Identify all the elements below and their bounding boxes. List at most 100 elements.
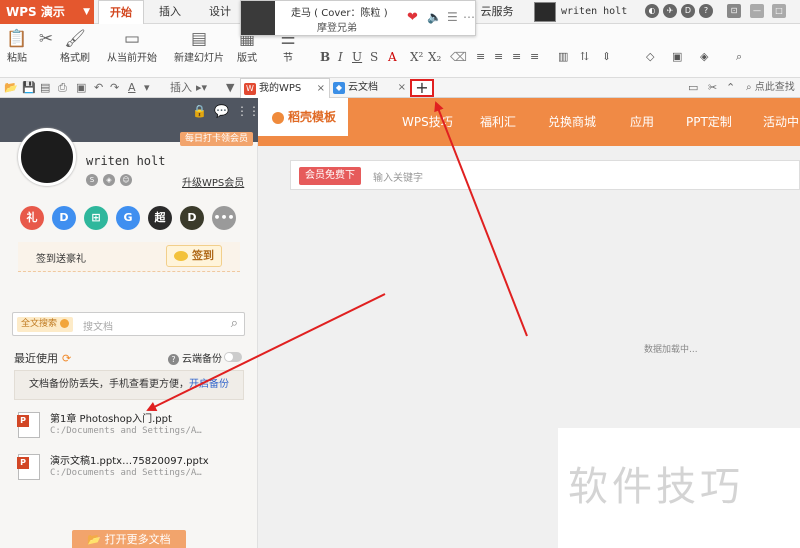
tab-cloud-doc[interactable]: ◆ 云文档 × [330,78,410,98]
cloud-backup-toggle[interactable] [224,352,242,362]
italic-button[interactable]: I [338,50,343,64]
columns-icon[interactable]: ▥ [558,50,568,63]
d-logo-icon[interactable]: D [681,4,695,18]
playlist-icon[interactable]: ☰ [447,10,458,24]
heart-icon[interactable]: ❤ [407,10,418,25]
tab-wps-tips[interactable]: WPS技巧 [402,112,453,132]
undo-icon[interactable]: ↶ [94,80,103,96]
keyword-input[interactable]: 输入关键字 [373,169,423,184]
print-icon[interactable]: ⎙ [58,80,67,96]
apps-grid-icon[interactable]: ⋮⋮ [236,104,260,118]
shield-badge-icon[interactable]: ◈ [103,174,115,186]
open-more-docs-button[interactable]: 📂 打开更多文档 [72,530,186,548]
text-direction-icon[interactable]: ⇅ [580,50,589,63]
find-icon[interactable]: ⌕ [736,50,742,64]
new-slide-button[interactable]: ▤ 新建幻灯片 [170,24,228,78]
subscript-button[interactable]: X₂ [428,50,441,64]
g-service-icon[interactable]: G [116,206,140,230]
d-service-icon[interactable]: D [180,206,204,230]
help-icon[interactable]: ? [168,354,179,365]
doc-search-box[interactable]: 全文搜索 搜文档 ⌕ [12,312,245,336]
font-color-button[interactable]: A [388,50,397,64]
close-icon[interactable]: × [317,79,325,99]
upgrade-vip-link[interactable]: 升级WPS会员 [182,174,244,189]
lock-icon[interactable]: 🔒 [192,104,207,118]
user-avatar[interactable] [18,128,76,186]
superscript-button[interactable]: X² [410,50,423,64]
play-from-current-button[interactable]: ▭ 从当前开始 [104,24,160,78]
help-icon[interactable]: ? [699,4,713,18]
member-free-filter[interactable]: 会员免费下 [299,167,361,185]
docer-d-icon[interactable]: D [52,206,76,230]
more-icon[interactable]: ⋯ [463,10,475,24]
enable-backup-link[interactable]: 开启备份 [189,379,229,390]
more-services-icon[interactable]: ••• [212,206,236,230]
format-painter-button[interactable]: 🖌 格式刷 [58,24,92,78]
tools-icon[interactable]: ✂ [708,80,717,96]
signin-button[interactable]: 签到 [166,245,222,267]
app-menu-button[interactable]: WPS 演示 ▼ [0,0,94,24]
tab-my-wps[interactable]: W 我的WPS × [240,78,330,98]
dropdown-icon[interactable]: ▼ [226,80,234,96]
tab-activities[interactable]: 活动中 [763,112,799,132]
tab-design[interactable]: 设计 [200,0,240,24]
align-left-icon[interactable]: ≡ [476,50,485,63]
fulltext-search-toggle[interactable]: 全文搜索 [17,317,74,332]
save-icon[interactable]: 💾 [22,80,36,96]
shape-icon[interactable]: ◇ [646,50,654,63]
fill-icon[interactable]: ◈ [700,50,708,63]
open-folder-icon[interactable]: 📂 [4,80,18,96]
redo-icon[interactable]: ↷ [110,80,119,96]
refresh-icon[interactable]: ⟳ [62,352,71,365]
share-icon[interactable]: ✈ [663,4,677,18]
volume-icon[interactable]: 🔈 [427,10,442,24]
tab-exchange-mall[interactable]: 兑换商城 [548,112,596,132]
clear-format-button[interactable]: ⌫ [450,50,467,64]
tab-ppt-custom[interactable]: PPT定制 [686,112,732,132]
gift-service-icon[interactable]: 礼 [20,206,44,230]
restore-icon[interactable]: ⊡ [727,4,741,18]
align-right-icon[interactable]: ≡ [512,50,521,63]
comment-icon[interactable]: ▭ [688,80,698,96]
preview-icon[interactable]: ▣ [76,80,86,96]
recent-file-item[interactable]: 演示文稿1.pptx…75820097.pptx C:/Documents an… [17,450,248,484]
level-badge-icon[interactable]: S [86,174,98,186]
skin-icon[interactable]: ◐ [645,4,659,18]
tab-docer-templates[interactable]: 稻壳模板 [258,98,348,136]
underline-button[interactable]: U [352,50,362,64]
recent-file-item[interactable]: 第1章 Photoshop入门.ppt C:/Documents and Set… [17,408,248,442]
search-icon[interactable]: ⌕ [231,316,238,331]
tab-welfare[interactable]: 福利汇 [480,112,516,132]
line-spacing-icon[interactable]: ⇕ [602,50,611,63]
vip-badge-icon[interactable]: ☺ [120,174,132,186]
justify-icon[interactable]: ≡ [530,50,539,63]
scan-icon[interactable]: ⊞ [84,206,108,230]
chevron-right-icon[interactable]: ▸▾ [196,80,207,96]
minimize-icon[interactable]: — [750,4,764,18]
chevron-down-icon[interactable]: ▾ [144,80,150,96]
hide-ribbon-icon[interactable]: ⌃ [726,80,735,96]
bold-button[interactable]: B [320,50,330,64]
tab-start[interactable]: 开始 [98,0,144,24]
picture-icon[interactable]: ▣ [672,50,682,63]
message-icon[interactable]: 💬 [214,104,229,118]
cut-button[interactable]: ✂ [34,24,58,78]
template-search-bar[interactable]: 会员免费下 输入关键字 [290,160,800,190]
tab-insert[interactable]: 插入 [150,0,190,24]
paste-button[interactable]: 📋 粘贴 [2,24,32,78]
find-here-button[interactable]: ⌕ 点此查找 [746,80,795,96]
strikethrough-button[interactable]: S [370,50,378,64]
search-input[interactable]: 搜文档 [83,318,113,333]
font-color-quick-icon[interactable]: A [128,80,136,96]
tab-apps[interactable]: 应用 [630,112,654,132]
tab-cloud-service[interactable]: 云服务 [472,0,522,24]
maximize-icon[interactable]: □ [772,4,786,18]
new-tab-button[interactable]: + [410,79,434,97]
insert-menu[interactable]: 插入 [170,80,192,96]
align-center-icon[interactable]: ≡ [494,50,503,63]
daily-checkin-badge[interactable]: 每日打卡领会员 [179,132,253,146]
close-icon[interactable]: × [398,78,406,98]
super-service-icon[interactable]: 超 [148,206,172,230]
export-pdf-icon[interactable]: ▤ [40,80,50,96]
top-user-account[interactable]: writen holt [534,1,644,23]
